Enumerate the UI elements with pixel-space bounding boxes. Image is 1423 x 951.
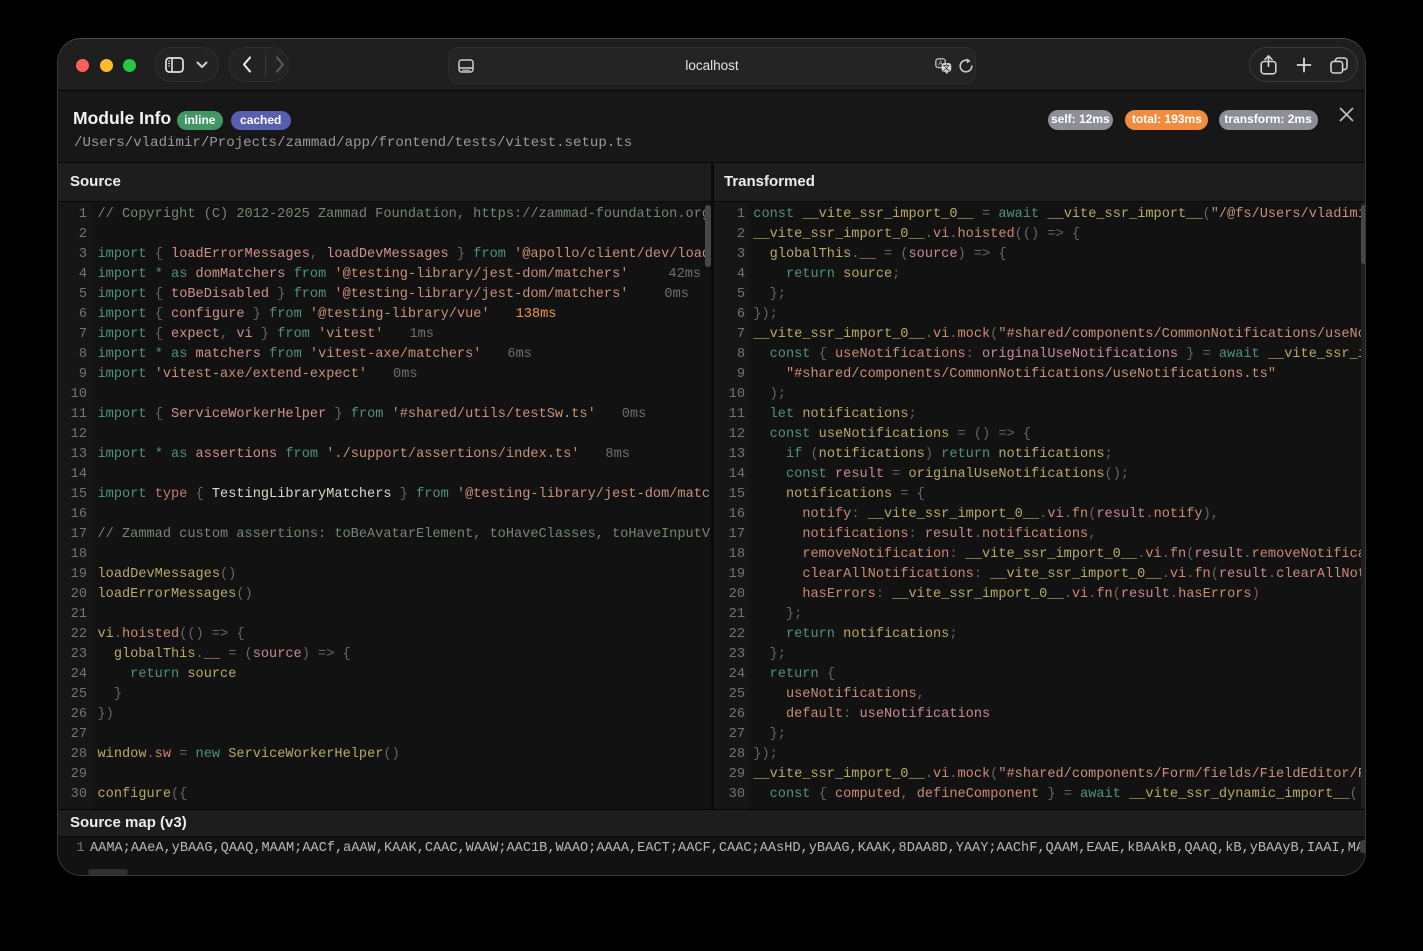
- svg-text:文: 文: [943, 62, 951, 72]
